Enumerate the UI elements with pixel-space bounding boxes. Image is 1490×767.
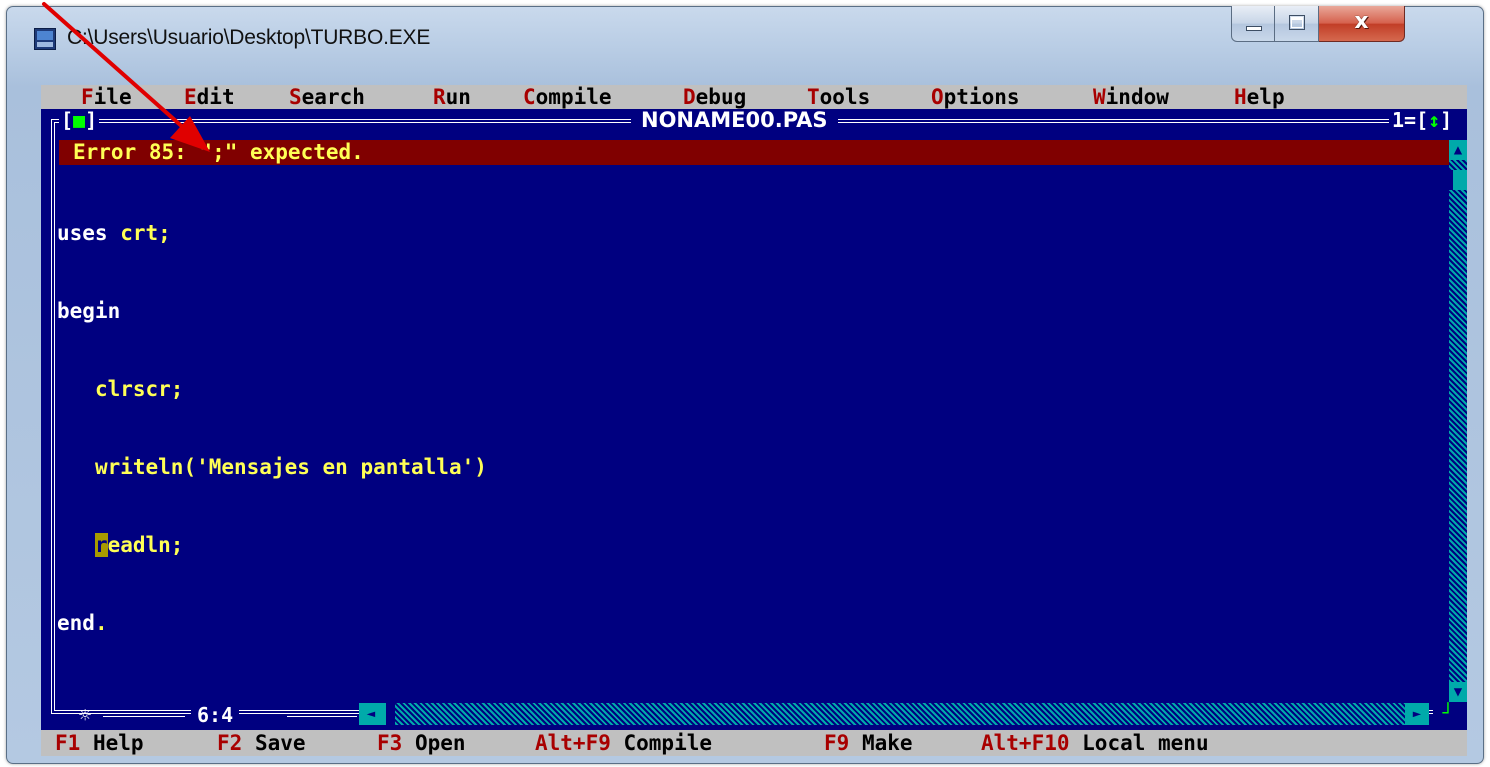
editor-filename: NONAME00.PAS (631, 110, 838, 131)
status-alt-f10-local-menu[interactable]: Alt+F10 Local menu (981, 730, 1209, 756)
menu-file[interactable]: File (81, 85, 132, 109)
border-line (287, 713, 357, 717)
title-bar[interactable]: C:\Users\Usuario\Desktop\TURBO.EXE x (7, 6, 1483, 75)
modified-star-icon: ☼ (79, 703, 92, 727)
vertical-scroll-thumb[interactable] (1449, 170, 1467, 190)
scroll-down-icon[interactable]: ▼ (1449, 682, 1467, 702)
code-line: end. (57, 611, 108, 635)
code-line: begin (57, 299, 121, 323)
menu-window[interactable]: Window (1093, 85, 1169, 109)
code-line: writeln('Mensajes en pantalla') (94, 455, 487, 479)
border-line (103, 713, 185, 717)
menu-run[interactable]: Run (433, 85, 471, 109)
cursor-position: 6:4 (191, 703, 240, 727)
dos-app-icon[interactable] (34, 28, 56, 50)
menu-help[interactable]: Help (1234, 85, 1285, 109)
code-line: readln; (94, 533, 184, 557)
code-editor[interactable]: uses crt; begin clrscr; writeln('Mensaje… (57, 168, 487, 688)
close-icon: x (1354, 9, 1369, 34)
window-number: 1=[↕] (1389, 108, 1456, 132)
code-line: uses crt; (57, 221, 171, 245)
close-button[interactable]: x (1319, 6, 1405, 42)
menu-tools[interactable]: Tools (807, 85, 870, 109)
status-f1-help[interactable]: F1 Help (55, 730, 144, 756)
menu-options[interactable]: Options (931, 85, 1020, 109)
menu-search[interactable]: Search (289, 85, 365, 109)
menu-edit[interactable]: Edit (184, 85, 235, 109)
scroll-left-icon[interactable]: ◄ (359, 703, 383, 725)
menu-debug[interactable]: Debug (683, 85, 746, 109)
text-cursor: r (94, 533, 108, 557)
maximize-icon (1289, 15, 1305, 30)
status-alt-f9-compile[interactable]: Alt+F9 Compile (535, 730, 712, 756)
horizontal-scrollbar[interactable]: ◄ ► (359, 703, 1429, 725)
status-f9-make[interactable]: F9 Make (824, 730, 913, 756)
close-square-icon: ■ (73, 108, 86, 132)
minimize-icon (1246, 26, 1262, 31)
scroll-right-icon[interactable]: ► (1405, 703, 1429, 725)
console-window: C:\Users\Usuario\Desktop\TURBO.EXE x Fil… (6, 6, 1484, 764)
dos-console[interactable]: File Edit Search Run Compile Debug Tools… (41, 85, 1467, 756)
menu-bar: File Edit Search Run Compile Debug Tools… (41, 85, 1467, 109)
horizontal-scroll-thumb[interactable] (383, 703, 395, 725)
status-bar: F1 Help F2 Save F3 Open Alt+F9 Compile F… (41, 730, 1467, 756)
scroll-up-icon[interactable]: ▲ (1449, 140, 1467, 160)
compiler-error-message: Error 85: ";" expected. (59, 140, 1449, 165)
minimize-button[interactable] (1231, 6, 1275, 42)
code-line: clrscr; (94, 377, 184, 401)
status-f2-save[interactable]: F2 Save (217, 730, 306, 756)
editor-close-box[interactable]: [■] (59, 108, 100, 132)
zoom-arrow-icon[interactable]: ↕ (1428, 108, 1440, 132)
menu-compile[interactable]: Compile (523, 85, 612, 109)
window-title: C:\Users\Usuario\Desktop\TURBO.EXE (67, 26, 431, 49)
status-f3-open[interactable]: F3 Open (377, 730, 466, 756)
maximize-button[interactable] (1275, 6, 1319, 42)
resize-corner-icon[interactable]: ┘ (1433, 703, 1463, 725)
vertical-scrollbar[interactable]: ▲ ▼ (1449, 140, 1467, 702)
